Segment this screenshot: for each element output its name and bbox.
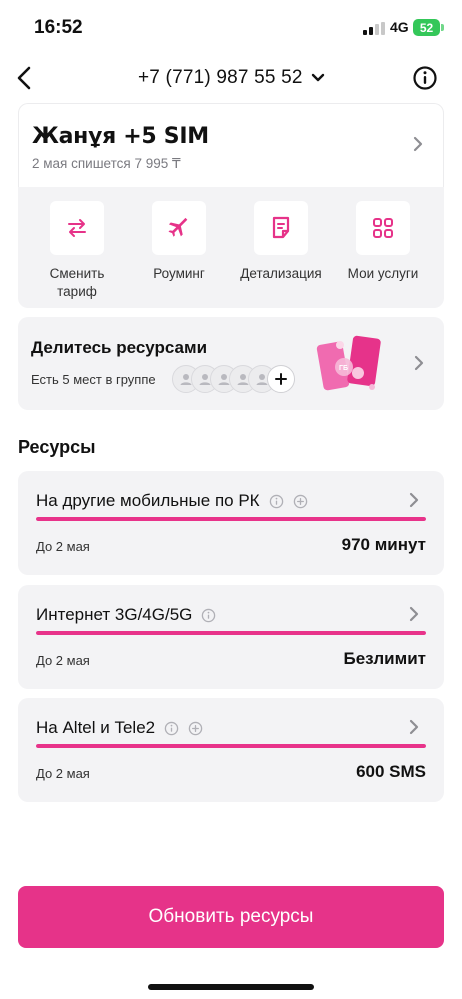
home-indicator <box>148 984 314 990</box>
phone-number: +7 (771) 987 55 52 <box>138 67 303 88</box>
resource-title-row: На другие мобильные по РК <box>36 491 308 511</box>
resource-valid-until: До 2 мая <box>36 653 90 668</box>
resource-card[interactable]: На Altel и Tele2 До 2 мая 600 SMS <box>18 698 444 802</box>
share-title: Делитесь ресурсами <box>31 338 208 357</box>
resource-card[interactable]: На другие мобильные по РК До 2 мая 970 м… <box>18 471 444 575</box>
resource-progress-bar <box>36 631 426 635</box>
share-subtitle: Есть 5 мест в группе <box>31 372 156 387</box>
refresh-resources-button[interactable]: Обновить ресурсы <box>18 886 444 948</box>
chevron-right-icon <box>414 355 424 371</box>
info-button[interactable] <box>412 65 438 91</box>
resource-amount: 600 SMS <box>356 762 426 781</box>
share-resources-card[interactable]: Делитесь ресурсами Есть 5 мест в группе … <box>18 317 444 410</box>
swap-arrows-icon <box>68 219 86 237</box>
resource-title: Интернет 3G/4G/5G <box>36 605 193 624</box>
tariff-card: Жанұя +5 SIM 2 мая спишется 7 995 ₸ Смен… <box>18 103 444 308</box>
resource-amount: 970 минут <box>341 535 426 554</box>
phone-selector[interactable]: +7 (771) 987 55 52 <box>138 64 325 92</box>
action-icon-box <box>356 201 410 255</box>
action-label: Роуминг <box>153 266 205 281</box>
resource-progress-fill <box>36 517 426 521</box>
resource-title-row: На Altel и Tele2 <box>36 718 203 738</box>
status-bar: 16:52 4G 52 <box>0 0 462 56</box>
info-circle-icon <box>413 66 437 90</box>
airplane-icon <box>168 217 188 237</box>
resource-card[interactable]: Интернет 3G/4G/5G До 2 мая Безлимит <box>18 585 444 689</box>
add-member-icon[interactable] <box>267 365 295 393</box>
roaming-button[interactable]: Роуминг <box>127 201 231 283</box>
resource-title-row: Интернет 3G/4G/5G <box>36 605 216 625</box>
signal-icon <box>363 22 385 35</box>
chevron-down-icon <box>311 73 324 82</box>
resource-progress-fill <box>36 744 426 748</box>
share-art-label: ГБ <box>339 365 348 372</box>
action-label: Детализация <box>240 266 322 281</box>
battery-level: 52 <box>419 20 434 35</box>
chevron-right-icon <box>409 492 419 508</box>
grid-icon <box>373 218 393 238</box>
tariff-name: Жанұя +5 SIM <box>32 124 209 149</box>
info-circle-icon[interactable] <box>164 721 179 736</box>
resource-valid-until: До 2 мая <box>36 766 90 781</box>
document-icon <box>272 216 290 239</box>
resources-heading: Ресурсы <box>18 437 96 457</box>
network-label: 4G <box>390 19 409 35</box>
action-label: Мои услуги <box>347 266 419 281</box>
info-circle-icon[interactable] <box>269 494 284 509</box>
plus-circle-icon[interactable] <box>293 494 308 509</box>
action-label: Сменить тариф <box>49 266 105 299</box>
status-time: 16:52 <box>34 17 83 38</box>
details-button[interactable]: Детализация <box>229 201 333 283</box>
resource-progress-bar <box>36 744 426 748</box>
plus-circle-icon[interactable] <box>188 721 203 736</box>
my-services-button[interactable]: Мои услуги <box>331 201 435 283</box>
action-icon-box <box>254 201 308 255</box>
resource-progress-fill <box>36 631 426 635</box>
chevron-right-icon <box>409 719 419 735</box>
action-icon-box <box>152 201 206 255</box>
sim-cards-illustration: ГБ <box>316 335 381 391</box>
group-slots <box>172 365 295 393</box>
resource-valid-until: До 2 мая <box>36 539 90 554</box>
info-circle-icon[interactable] <box>201 608 216 623</box>
resource-progress-bar <box>36 517 426 521</box>
resource-title: На Altel и Tele2 <box>36 718 156 737</box>
tariff-charge-date: 2 мая спишется 7 995 ₸ <box>32 156 181 171</box>
header: +7 (771) 987 55 52 <box>0 56 462 100</box>
battery-tip <box>441 24 444 31</box>
change-tariff-button[interactable]: Сменить тариф <box>25 201 129 301</box>
tariff-summary[interactable]: Жанұя +5 SIM 2 мая спишется 7 995 ₸ <box>18 103 444 187</box>
action-icon-box <box>50 201 104 255</box>
chevron-left-icon <box>17 66 31 90</box>
resource-title: На другие мобильные по РК <box>36 491 260 510</box>
battery-icon: 52 <box>413 19 440 36</box>
back-button[interactable] <box>10 62 38 94</box>
chevron-right-icon <box>413 136 423 152</box>
chevron-right-icon <box>409 606 419 622</box>
resource-amount: Безлимит <box>343 649 426 668</box>
tariff-actions: Сменить тариф Роуминг Детализация Мои ус… <box>18 187 444 308</box>
